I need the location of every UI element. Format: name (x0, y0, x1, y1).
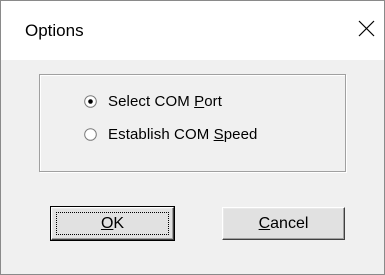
radio-label-establish-com-speed: Establish COM Speed (108, 125, 258, 143)
cancel-button[interactable]: Cancel (222, 207, 345, 240)
options-dialog: Options Select COM Port Establish COM Sp… (0, 0, 385, 275)
dialog-title: Options (25, 21, 84, 40)
ok-button[interactable]: OK (50, 206, 175, 241)
close-button[interactable] (350, 15, 382, 47)
title-bar: Options (1, 1, 384, 60)
close-icon (358, 20, 375, 42)
radio-select-com-port[interactable]: Select COM Port (84, 91, 222, 111)
radio-label-select-com-port: Select COM Port (108, 92, 223, 110)
focus-rectangle (56, 212, 169, 235)
radio-unselected-icon[interactable] (84, 127, 97, 141)
radio-establish-com-speed[interactable]: Establish COM Speed (84, 124, 258, 144)
cancel-button-label: Cancel (258, 214, 309, 232)
radio-selected-icon[interactable] (84, 94, 97, 108)
option-group (39, 74, 346, 172)
